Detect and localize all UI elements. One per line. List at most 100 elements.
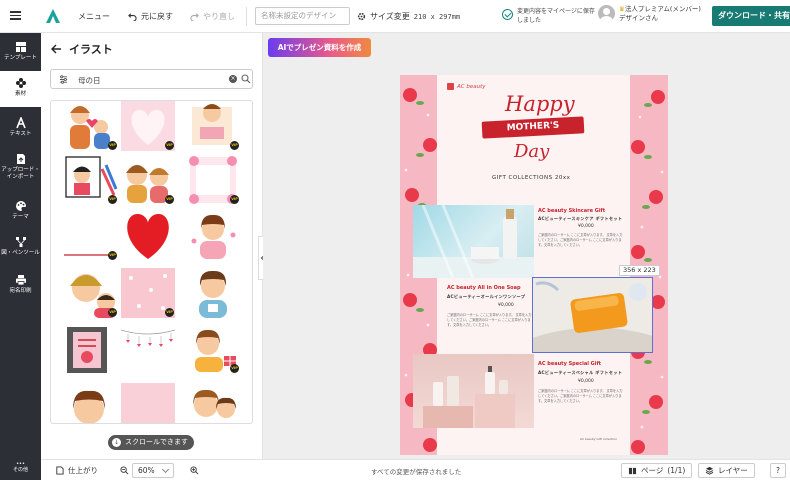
illustration-tile[interactable] (186, 268, 240, 318)
page-label: ページ (641, 466, 664, 475)
illustration-tile[interactable] (64, 383, 118, 423)
illustration-tile[interactable]: VIP (121, 101, 175, 151)
design-title-input[interactable]: 名称未設定のデザイン (255, 7, 350, 25)
product-price[interactable]: ¥0,000 (498, 303, 514, 308)
rail-item-materials[interactable]: 素材 (0, 71, 41, 107)
rail-item-template[interactable]: テンプレート (0, 38, 41, 68)
illustration-tile[interactable]: VIP (64, 101, 118, 151)
product-subtitle[interactable]: ACビューティーオールインワンソープ (447, 294, 525, 300)
product-subtitle[interactable]: ACビューティースキンケア ギフトセット (538, 216, 622, 222)
rail-label: その他 (12, 467, 28, 473)
template-icon (15, 42, 26, 52)
illustration-tile[interactable]: VIP (186, 324, 240, 374)
headline-happy[interactable]: Happy (505, 92, 575, 116)
illustration-tile[interactable] (64, 324, 118, 374)
zoom-select[interactable]: 60% (132, 463, 174, 478)
illustration-tile[interactable]: VIP (64, 268, 118, 318)
page-count: (1/1) (667, 466, 686, 475)
app-logo[interactable] (44, 7, 62, 25)
check-circle-icon (502, 9, 513, 20)
illustration-tile[interactable]: VIP (186, 101, 240, 151)
product-title[interactable]: AC beauty Skincare Gift (538, 208, 605, 214)
rail-item-text[interactable]: テキスト (0, 117, 41, 145)
back-arrow-icon[interactable] (51, 44, 62, 54)
rail-item-theme[interactable]: テーマ (0, 200, 41, 228)
panel-header: イラスト (51, 41, 113, 57)
flyer-footer[interactable]: AC beauty Gift collection (580, 437, 617, 441)
gear-icon (357, 12, 366, 21)
rail-item-address-print[interactable]: 宛名印刷 (0, 274, 41, 302)
save-status: 変更内容をマイページに保存しました (502, 7, 598, 25)
headline-day[interactable]: Day (514, 141, 549, 162)
scroll-hint: ↓ スクロールできます (108, 435, 194, 450)
left-rail: テンプレート 素材 テキスト アップロード・インポート テーマ 図・ペンツール … (0, 33, 41, 480)
zoom-value: 60% (138, 466, 155, 475)
save-status-text: 変更内容をマイページに保存しました (517, 8, 595, 24)
product-photo-skincare[interactable] (413, 205, 534, 278)
layers-icon (705, 466, 714, 475)
product-description[interactable]: ご家庭内のローサーム ここに文章が入ります。 文章を入力してください。ご家庭内の… (538, 389, 623, 404)
page-button[interactable]: ページ (1/1) (621, 463, 693, 478)
scroll-down-icon: ↓ (112, 438, 121, 447)
ai-presentation-button[interactable]: AIでプレゼン資料を作成 (268, 38, 371, 57)
rail-item-other[interactable]: ••• その他 (0, 459, 41, 480)
brand-mark-icon (447, 83, 454, 90)
product-price[interactable]: ¥0,000 (578, 379, 594, 384)
illustration-grid: VIP VIP VIP VIP VIP VIP VIP VIP VIP VIP (50, 100, 253, 424)
illustration-tile[interactable] (121, 211, 175, 261)
help-button[interactable]: ? (770, 463, 786, 478)
vip-badge: VIP (108, 251, 117, 260)
finish-label: 仕上がり (68, 466, 98, 475)
menu-button[interactable]: メニュー (78, 11, 110, 22)
autosave-status: すべての変更が保存されました (371, 468, 462, 476)
undo-label: 元に戻す (141, 12, 173, 21)
layer-button[interactable]: レイヤー (698, 463, 755, 478)
zoom-out-icon[interactable] (120, 466, 129, 475)
flower-icon (15, 78, 26, 88)
download-share-button[interactable]: ダウンロード・共有 (712, 6, 790, 26)
vip-badge: VIP (108, 308, 117, 317)
product-title[interactable]: AC beauty Special Gift (538, 361, 601, 367)
book-icon (628, 467, 637, 474)
user-plan: 法人プレミアム(メンバー) (624, 5, 701, 13)
clear-search-icon[interactable]: × (229, 75, 237, 83)
illustration-tile[interactable]: VIP (186, 155, 240, 205)
illustration-tile[interactable] (121, 383, 175, 423)
user-account[interactable]: ♛法人プレミアム(メンバー) デザインさん (598, 5, 701, 23)
illustration-tile[interactable]: VIP (121, 268, 175, 318)
rail-item-shapes-pen[interactable]: 図・ペンツール (0, 236, 41, 264)
rail-item-upload[interactable]: アップロード・インポート (0, 153, 41, 189)
layer-label: レイヤー (718, 466, 748, 475)
illustration-tile[interactable] (186, 211, 240, 261)
filter-icon[interactable] (59, 75, 68, 84)
rail-label: テンプレート (4, 55, 37, 61)
resize-button[interactable]: サイズ変更 210 x 297mm (357, 11, 460, 22)
search-icon[interactable] (241, 74, 251, 84)
illustration-tile[interactable]: VIP (64, 155, 118, 205)
collection-title[interactable]: GIFT COLLECTIONS 20xx (492, 175, 570, 181)
product-subtitle[interactable]: ACビューティースペシャル ギフトセット (538, 370, 622, 376)
hamburger-menu-icon[interactable] (10, 11, 21, 20)
illustration-tile[interactable]: VIP (121, 155, 175, 205)
vip-badge: VIP (165, 141, 174, 150)
size-value: 210 x 297mm (413, 12, 461, 21)
rail-label: 宛名印刷 (9, 288, 32, 294)
finish-preview-button[interactable]: 仕上がり (55, 465, 98, 476)
redo-button[interactable]: やり直し (190, 11, 235, 22)
selection-size-badge: 356 x 223 (619, 265, 660, 276)
illustration-tile[interactable] (186, 383, 240, 423)
product-title[interactable]: AC beauty All in One Soap (447, 285, 521, 291)
product-description[interactable]: ご家庭内のローサーム ここに文章が入ります。 文章を入力してください。ご家庭内の… (538, 233, 623, 248)
vip-badge: VIP (230, 141, 239, 150)
brand-logo: AC beauty (447, 83, 486, 90)
selection-outline[interactable] (532, 277, 653, 353)
search-input[interactable]: 母の日 × (50, 69, 253, 89)
undo-button[interactable]: 元に戻す (128, 11, 173, 22)
illustration-tile[interactable]: VIP (64, 211, 118, 261)
illustration-tile[interactable] (121, 324, 175, 374)
zoom-in-icon[interactable] (190, 466, 199, 475)
product-description[interactable]: ご家庭内のローサーム ここに文章が入ります。 文章を入力してください。ご家庭内の… (447, 313, 532, 328)
panel-title: イラスト (69, 43, 113, 56)
product-photo-special[interactable] (413, 354, 534, 428)
product-price[interactable]: ¥0,000 (578, 224, 594, 229)
